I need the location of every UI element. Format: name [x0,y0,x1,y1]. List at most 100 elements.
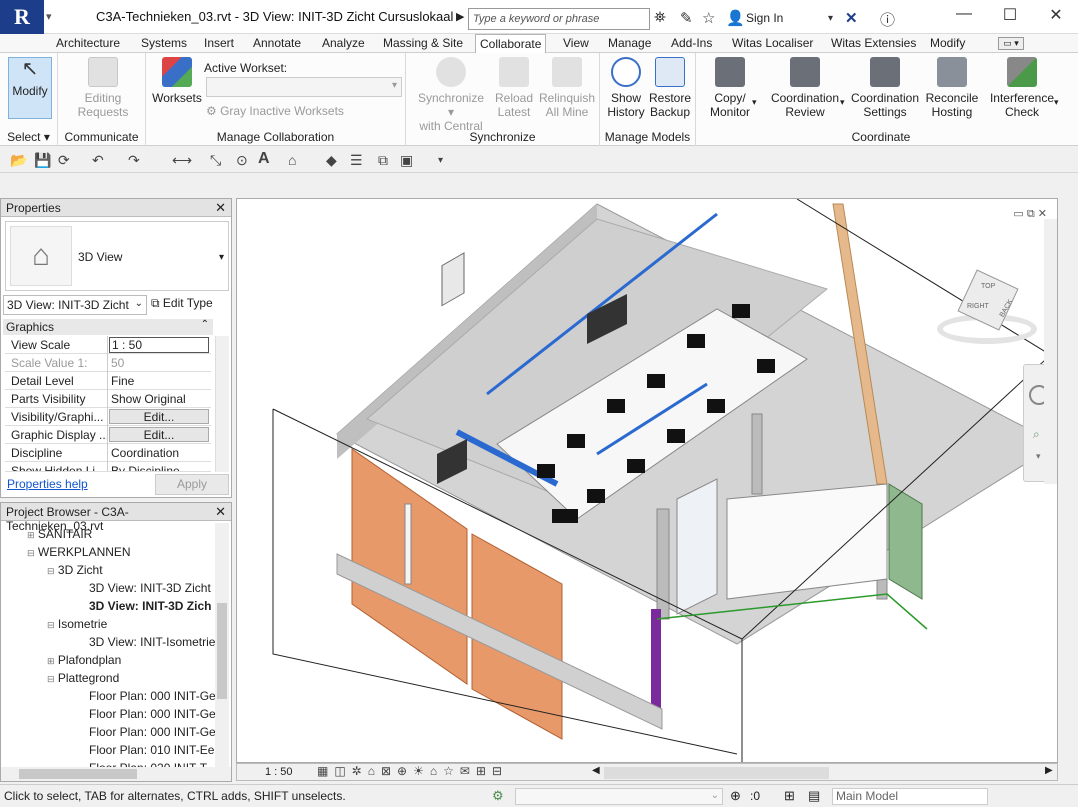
interference-check-dropdown-icon[interactable]: ▾ [1054,97,1059,108]
browser-scroll-thumb[interactable] [217,603,227,699]
prop-row-visibility-graphics[interactable]: Visibility/Graphi... Edit... [5,408,211,426]
model-3d-view[interactable] [237,199,1058,763]
worksets-button[interactable]: Worksets [150,57,204,105]
tab-add-ins[interactable]: Add-Ins [667,34,716,53]
viewcube[interactable]: RIGHT TOP BACK [937,269,1037,359]
sign-in-dropdown-icon[interactable]: ▾ [828,13,833,24]
measure-icon[interactable]: ⟷ [172,152,192,169]
quick-access-dropdown-icon[interactable]: ▾ [46,10,52,23]
sync-icon[interactable]: ⟳ [58,152,70,169]
search-expand-icon[interactable]: ▶ [456,10,464,23]
prop-row-parts-visibility[interactable]: Parts Visibility Show Original [5,390,211,408]
type-selector[interactable]: ⌂ 3D View ▾ [5,221,229,291]
viewcube-face-top[interactable]: TOP [981,283,995,290]
graphics-group-header[interactable]: Graphics ⌃ [3,319,213,335]
reload-latest-button[interactable]: Reload Latest [492,57,536,119]
tree-node-sanitair[interactable]: ⊞ SANITAIR [27,527,92,541]
tree-node-3d-view-init-zicht[interactable]: 3D View: INIT-3D Zicht [89,581,211,595]
open-icon[interactable]: 📂 [10,152,27,169]
tab-collaborate[interactable]: Collaborate [475,34,547,53]
tab-massing-site[interactable]: Massing & Site [379,34,467,53]
active-workset-select[interactable]: ▾ [206,77,402,97]
apply-button[interactable]: Apply [155,474,229,495]
tree-node-3d-view-active[interactable]: 3D View: INIT-3D Zich [89,599,211,613]
editable-only-icon[interactable]: ▤ [808,788,820,804]
tree-node-floor-plan[interactable]: Floor Plan: 000 INIT-Ge [89,725,216,739]
tab-manage[interactable]: Manage [604,34,655,53]
viewcube-face-right[interactable]: RIGHT [967,303,989,310]
design-option-select[interactable]: Main Model [832,788,988,805]
view-control-icons[interactable]: ▦◫✲⌂⊠⊕☀⌂☆✉⊞⊟ [317,764,508,778]
tab-systems[interactable]: Systems [137,34,191,53]
redo-icon[interactable]: ↷ [128,152,140,169]
tab-modify[interactable]: Modify [926,34,969,53]
aligned-dimension-icon[interactable]: ⤡ [210,152,221,169]
user-icon[interactable]: 👤 [726,9,745,27]
save-icon[interactable]: 💾 [34,152,51,169]
tab-view[interactable]: View [559,34,593,53]
tab-witas-extensies[interactable]: Witas Extensies [827,34,920,53]
scroll-left-icon[interactable]: ◀ [592,765,600,776]
relinquish-all-mine-button[interactable]: Relinquish All Mine [538,57,596,119]
workset-select[interactable]: ⌄ [515,788,723,805]
tab-annotate[interactable]: Annotate [249,34,305,53]
scroll-right-icon[interactable]: ▶ [1045,765,1053,776]
3d-view-icon[interactable]: ⌂ [288,152,296,168]
tree-node-plafondplan[interactable]: ⊞ Plafondplan [47,653,121,667]
maximize-button[interactable]: ☐ [990,5,1030,25]
exchange-apps-icon[interactable]: ✕ [845,9,858,27]
browser-scrollbar[interactable] [215,523,229,767]
zoom-icon[interactable]: ⌕ [1033,427,1040,442]
project-browser-close-icon[interactable]: ✕ [215,504,226,520]
switch-windows-icon[interactable]: ▣ [400,152,413,169]
favorites-star-icon[interactable]: ☆ [702,9,715,27]
worksets-status-icon[interactable]: ⚙ [492,788,504,804]
close-button[interactable]: ✕ [1036,5,1076,25]
select-panel-label[interactable]: Select ▾ [0,130,57,144]
browser-hscroll-thumb[interactable] [19,769,137,779]
minimize-button[interactable]: — [944,5,984,23]
help-icon[interactable]: ⓘ [880,9,895,30]
properties-scrollbar[interactable] [215,336,229,472]
browser-hscrollbar[interactable] [1,767,231,781]
tree-node-plattegrond[interactable]: ⊟ Plattegrond [47,671,119,685]
thin-lines-icon[interactable]: ☰ [350,152,363,169]
binoculars-icon[interactable]: ⛯ [654,9,666,26]
tab-insert[interactable]: Insert [200,34,238,53]
tree-node-floor-plan[interactable]: Floor Plan: 000 INIT-Ge [89,689,216,703]
sign-in-link[interactable]: Sign In [746,11,783,25]
prop-row-graphic-display[interactable]: Graphic Display ... Edit... [5,426,211,444]
viewport-hscrollbar[interactable] [604,767,829,779]
synchronize-with-central-button[interactable]: Synchronize ▾ with Central [414,57,488,133]
prop-row-discipline[interactable]: Discipline Coordination [5,444,211,462]
show-history-button[interactable]: Show History [604,57,648,119]
tab-architecture[interactable]: Architecture [52,34,124,53]
properties-help-link[interactable]: Properties help [7,477,88,491]
copy-monitor-dropdown-icon[interactable]: ▾ [752,97,757,108]
properties-close-icon[interactable]: ✕ [215,200,226,216]
design-options-icon[interactable]: ⊞ [784,788,795,804]
tree-node-floor-plan[interactable]: Floor Plan: 000 INIT-Ge [89,707,216,721]
tab-analyze[interactable]: Analyze [318,34,369,53]
coordination-settings-button[interactable]: Coordination Settings [848,57,922,119]
edit-type-button[interactable]: ⧉ Edit Type [151,296,213,311]
customize-qat-icon[interactable]: ▾ [438,155,443,166]
tab-witas-localiser[interactable]: Witas Localiser [728,34,817,53]
instance-filter-select[interactable]: 3D View: INIT-3D Zicht ⌄ [3,295,147,315]
tree-node-3d-zicht[interactable]: ⊟ 3D Zicht [47,563,103,577]
3d-viewport[interactable]: ▭ ⧉ ✕ RIGHT TOP BACK ⌕ ▾ [236,198,1058,763]
text-icon[interactable]: A [258,150,270,168]
restore-backup-button[interactable]: Restore Backup [648,57,692,119]
tag-icon[interactable]: ⊙ [236,152,248,169]
subscription-icon[interactable]: ✎ [680,9,693,27]
undo-icon[interactable]: ↶ [92,152,104,169]
view-scale-label[interactable]: 1 : 50 [265,766,293,778]
nav-dropdown-icon[interactable]: ▾ [1036,451,1041,462]
tree-node-3d-view-isometrie[interactable]: 3D View: INIT-Isometrie [89,635,215,649]
editing-requests-button[interactable]: Editing Requests [72,57,134,119]
coordination-review-dropdown-icon[interactable]: ▾ [840,97,845,108]
interference-check-button[interactable]: Interference Check [986,57,1058,119]
prop-row-show-hidden-lines[interactable]: Show Hidden Li... By Discipline [5,462,211,472]
application-menu-button[interactable]: R [0,0,44,34]
gray-inactive-worksets-button[interactable]: ⚙ Gray Inactive Worksets [206,104,344,118]
